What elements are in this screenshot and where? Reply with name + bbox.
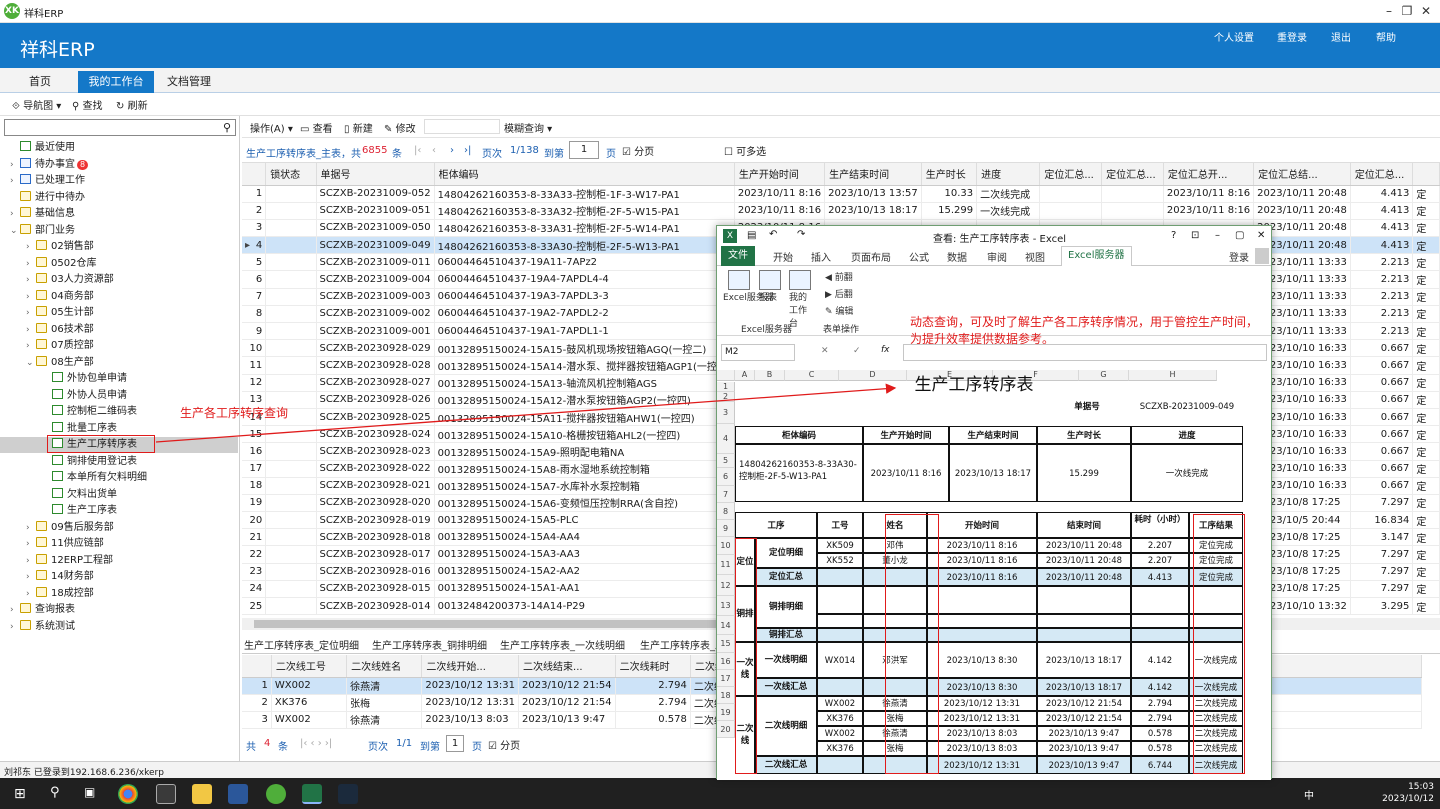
- annotation-arrow: [155, 383, 897, 443]
